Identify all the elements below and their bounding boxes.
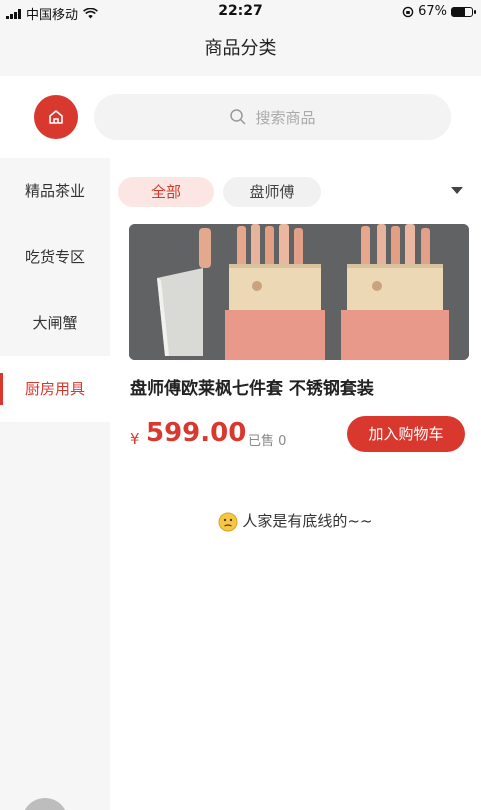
expand-filters-icon[interactable] xyxy=(451,187,463,194)
product-title[interactable]: 盘师傅欧莱枫七件套 不锈钢套装 xyxy=(130,374,374,399)
search-placeholder: 搜索商品 xyxy=(255,108,316,127)
product-panel: 全部 盘师傅 盘师傅欧莱枫七件套 不锈钢套装 ¥ 599.00 已售 0 加入购… xyxy=(110,158,481,810)
currency-symbol: ¥ xyxy=(130,430,140,448)
rotation-lock-icon xyxy=(402,6,414,17)
sidebar-item-label: 大闸蟹 xyxy=(32,314,78,332)
knife-set-illustration xyxy=(129,224,469,360)
page-title: 商品分类 xyxy=(204,38,277,59)
nav-header: 商品分类 xyxy=(0,24,481,74)
end-of-list-note: 人家是有底线的~~ xyxy=(110,510,481,532)
sold-count: 已售 0 xyxy=(248,434,287,449)
filter-chip-all[interactable]: 全部 xyxy=(118,177,214,207)
home-button[interactable] xyxy=(34,95,78,139)
sidebar-item-label: 精品茶业 xyxy=(24,182,85,200)
category-sidebar: 精品茶业 吃货专区 大闸蟹 厨房用具 xyxy=(0,158,110,810)
sidebar-item-crab[interactable]: 大闸蟹 xyxy=(0,290,110,356)
filter-chip-brand[interactable]: 盘师傅 xyxy=(223,177,321,207)
end-note-text: 人家是有底线的~~ xyxy=(242,512,373,530)
search-bar-row: 搜索商品 xyxy=(0,76,481,158)
search-input[interactable]: 搜索商品 xyxy=(94,94,451,140)
battery-percent: 67% xyxy=(418,4,447,19)
confused-face-icon xyxy=(218,512,238,531)
brand-filter-row: 全部 盘师傅 xyxy=(110,177,481,207)
battery-level xyxy=(452,7,466,16)
home-icon xyxy=(49,110,63,124)
add-to-cart-button[interactable]: 加入购物车 xyxy=(347,416,465,452)
search-icon xyxy=(230,109,247,125)
sidebar-item-kitchenware[interactable]: 厨房用具 xyxy=(0,356,110,422)
battery-icon xyxy=(451,6,476,17)
product-image[interactable] xyxy=(129,224,469,360)
status-bar: 中国移动 22:27 67% xyxy=(0,0,481,24)
sidebar-item-label: 厨房用具 xyxy=(24,380,85,398)
price-row: ¥ 599.00 已售 0 加入购物车 xyxy=(130,416,475,456)
sidebar-item-tea[interactable]: 精品茶业 xyxy=(0,158,110,224)
product-price: 599.00 xyxy=(146,418,247,448)
app-screen: 中国移动 22:27 67% 商品分类 搜索商品 精品茶业 吃货专区 大闸蟹 厨… xyxy=(0,0,481,810)
sidebar-item-snacks[interactable]: 吃货专区 xyxy=(0,224,110,290)
sidebar-item-label: 吃货专区 xyxy=(24,248,85,266)
status-right: 67% xyxy=(402,4,476,19)
